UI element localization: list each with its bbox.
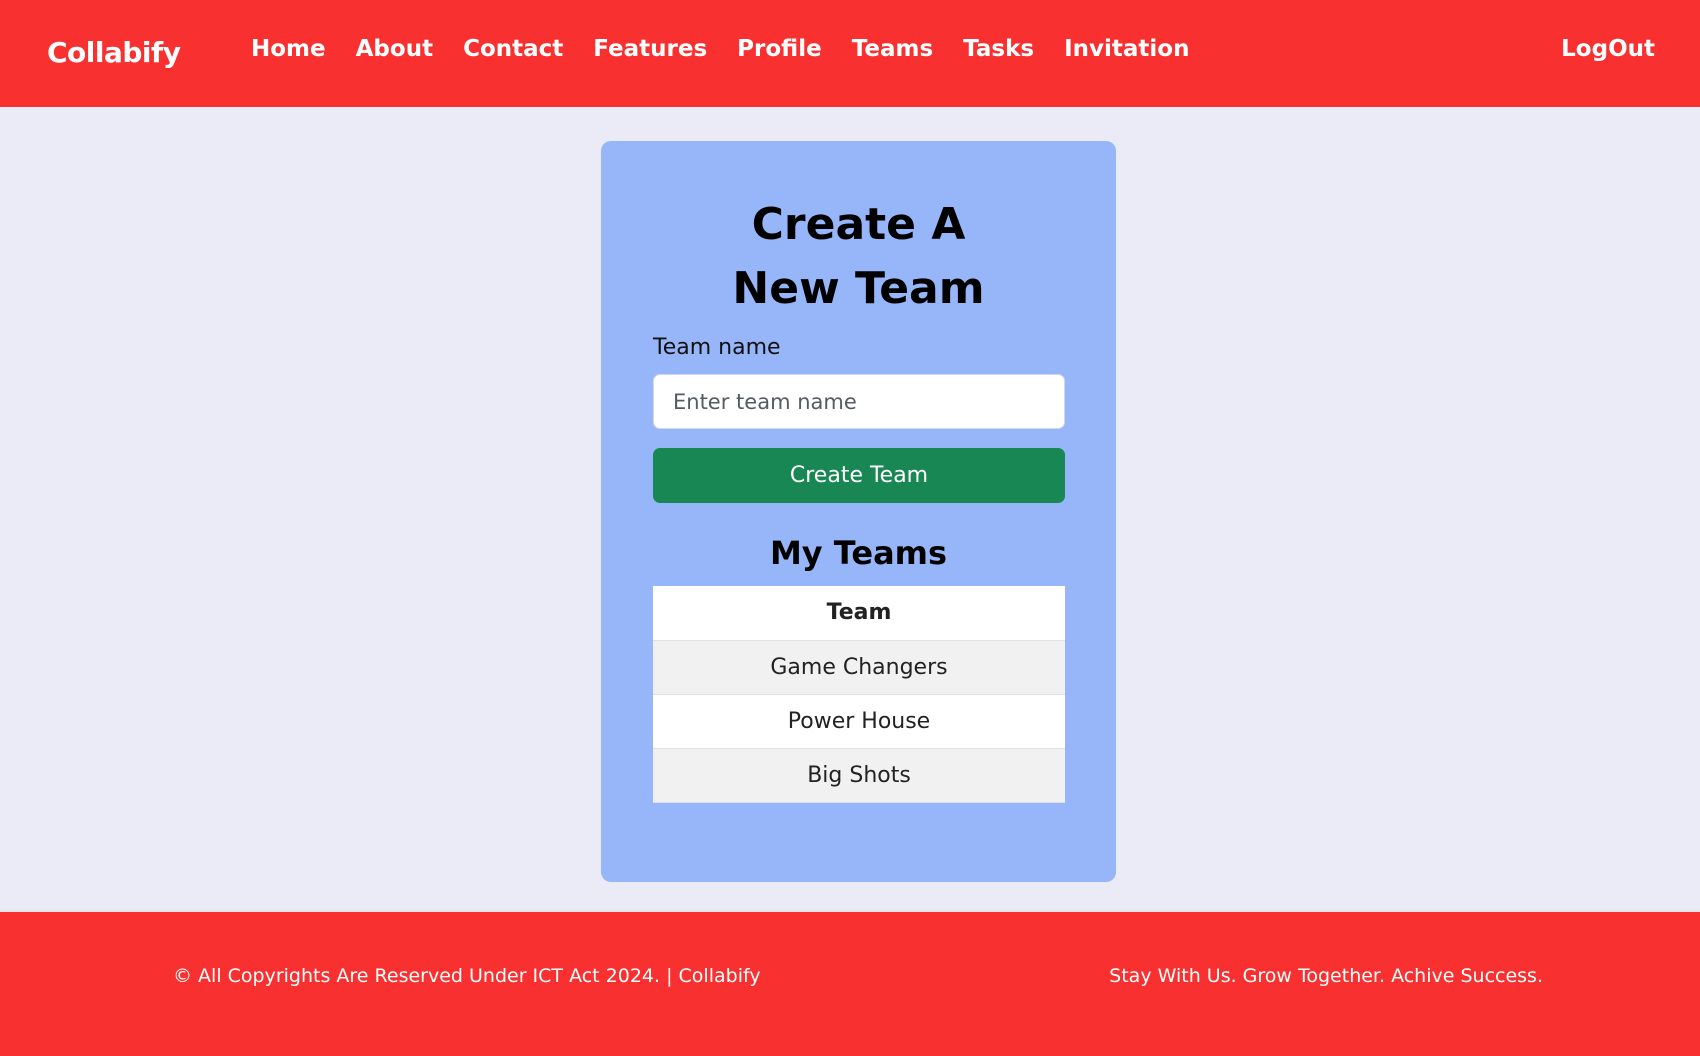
table-header-row: Team [653,586,1065,641]
team-cell: Big Shots [653,748,1065,803]
team-name-input[interactable] [653,374,1065,429]
team-cell: Power House [653,694,1065,749]
page-title: Create A New Team [732,199,985,314]
table-row: Game Changers [653,640,1065,695]
footer: © All Copyrights Are Reserved Under ICT … [0,910,1700,1056]
nav-link-teams[interactable]: Teams [852,36,933,62]
create-team-card: Create A New Team Team name Create Team … [601,141,1116,882]
copyright-text: © All Copyrights Are Reserved Under ICT … [173,965,761,987]
create-team-button[interactable]: Create Team [653,448,1065,503]
nav-links: Home About Contact Features Profile Team… [251,36,1219,62]
table-row: Power House [653,694,1065,749]
nav-link-home[interactable]: Home [251,36,326,62]
nav-link-profile[interactable]: Profile [737,36,822,62]
team-name-label: Team name [653,335,781,360]
team-column-header: Team [653,586,1065,641]
tagline-text: Stay With Us. Grow Together. Achive Succ… [1109,965,1543,987]
navbar: Collabify Home About Contact Features Pr… [0,0,1700,107]
team-cell: Game Changers [653,640,1065,695]
teams-table: Team Game Changers Power House Big Shots [653,586,1065,803]
nav-link-contact[interactable]: Contact [463,36,563,62]
table-row: Big Shots [653,748,1065,803]
nav-link-about[interactable]: About [356,36,433,62]
logout-link[interactable]: LogOut [1561,36,1655,62]
nav-link-invitation[interactable]: Invitation [1064,36,1189,62]
nav-link-tasks[interactable]: Tasks [963,36,1034,62]
nav-link-features[interactable]: Features [593,36,707,62]
my-teams-heading: My Teams [769,534,948,572]
brand-logo[interactable]: Collabify [47,36,181,69]
